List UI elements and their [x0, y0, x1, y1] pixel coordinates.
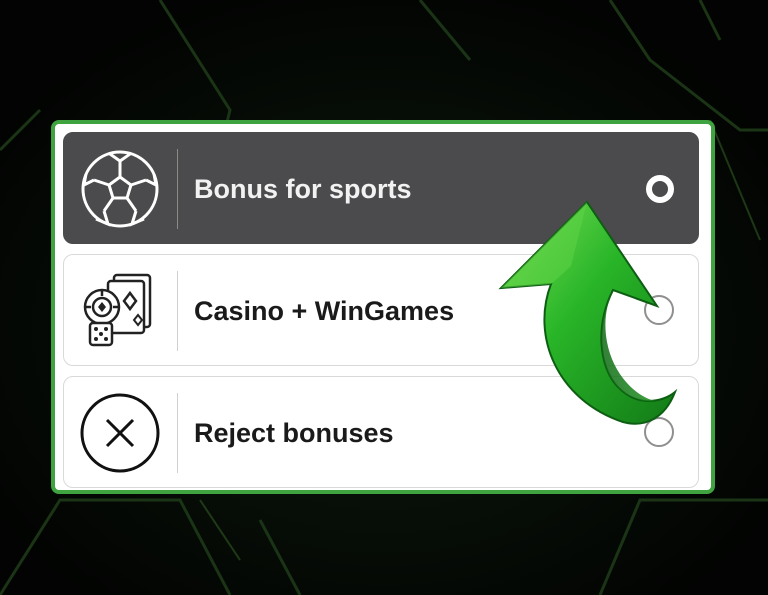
casino-chips-cards-dice-icon	[83, 273, 152, 347]
option-divider	[177, 149, 178, 229]
option-label: Reject bonuses	[194, 418, 394, 448]
option-divider	[177, 271, 178, 351]
option-divider	[177, 393, 178, 473]
option-label: Bonus for sports	[194, 174, 412, 204]
green-curved-arrow-icon	[498, 200, 678, 425]
circle-x-icon	[80, 393, 160, 473]
soccer-ball-icon	[81, 150, 159, 228]
option-label: Casino + WinGames	[194, 296, 455, 326]
